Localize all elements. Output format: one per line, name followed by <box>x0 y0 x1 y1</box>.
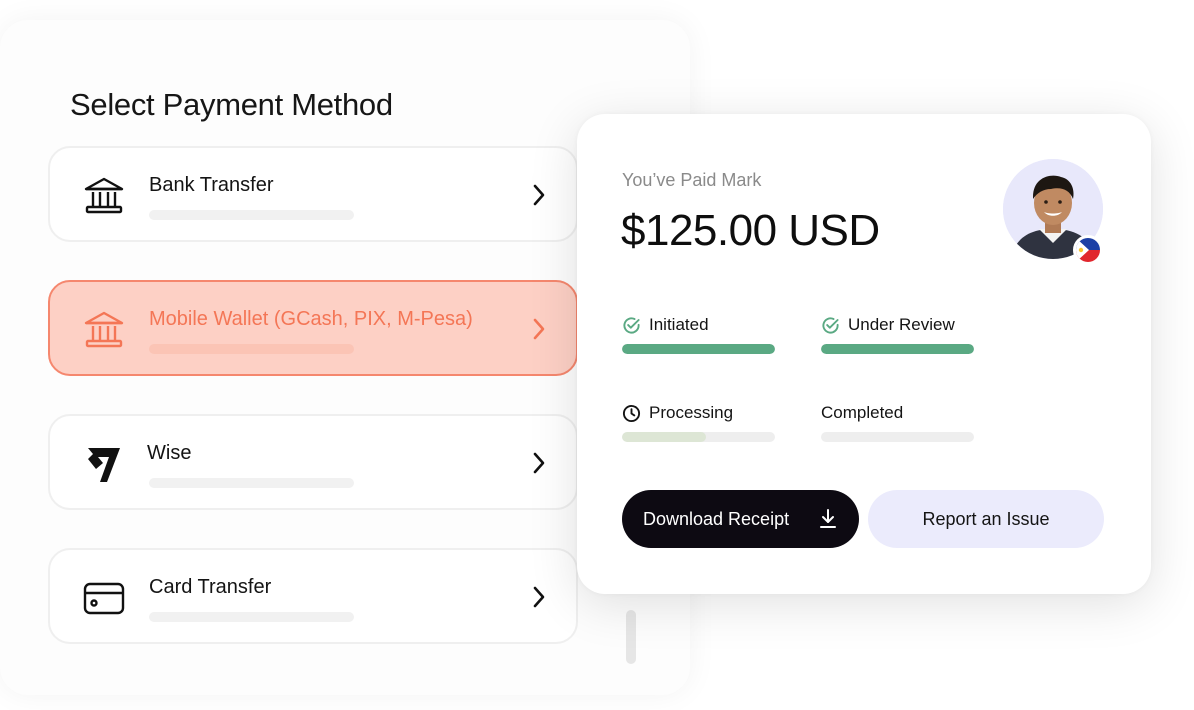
method-wise[interactable]: Wise <box>48 414 578 510</box>
card-icon <box>82 578 126 618</box>
step-label: Under Review <box>848 315 955 334</box>
step-progress-fill <box>622 432 707 442</box>
step-initiated: Initiated <box>622 315 775 354</box>
method-card-transfer[interactable]: Card Transfer <box>48 548 578 644</box>
payment-status-card: You’ve Paid Mark $125.00 USD Initiated U… <box>577 114 1151 594</box>
step-completed: Completed <box>821 403 974 442</box>
panel-title: Select Payment Method <box>70 87 393 122</box>
step-label: Initiated <box>649 315 709 334</box>
paid-label: You’ve Paid Mark <box>622 170 762 190</box>
clock-icon <box>622 404 641 422</box>
bank-icon <box>82 310 126 350</box>
report-issue-button[interactable]: Report an Issue <box>868 490 1104 548</box>
download-icon <box>820 509 836 528</box>
check-circle-icon <box>623 316 640 334</box>
download-receipt-label: Download Receipt <box>643 509 790 529</box>
chevron-right-icon <box>530 450 548 476</box>
placeholder-bar <box>149 344 354 354</box>
method-label: Wise <box>147 442 192 464</box>
step-progress-bar <box>622 432 775 442</box>
step-progress-bar <box>821 344 974 354</box>
chevron-right-icon <box>530 584 548 610</box>
step-progress-fill <box>821 344 974 354</box>
placeholder-bar <box>149 210 354 220</box>
method-mobile-wallet[interactable]: Mobile Wallet (GCash, PIX, M-Pesa) <box>48 280 578 376</box>
step-label: Processing <box>649 403 734 422</box>
step-label: Completed <box>821 403 904 422</box>
method-bank-transfer[interactable]: Bank Transfer <box>48 146 578 242</box>
check-circle-icon <box>822 316 839 334</box>
step-progress-fill <box>622 344 775 354</box>
step-processing: Processing <box>622 403 775 442</box>
step-progress-bar <box>622 344 775 354</box>
payment-amount: $125.00 USD <box>621 206 880 255</box>
chevron-right-icon <box>530 316 548 342</box>
bank-icon <box>82 176 126 216</box>
download-receipt-button[interactable]: Download Receipt <box>622 490 859 548</box>
scrollbar[interactable] <box>626 610 636 664</box>
wise-logo-icon <box>82 444 126 484</box>
chevron-right-icon <box>530 182 548 208</box>
method-label: Mobile Wallet (GCash, PIX, M-Pesa) <box>149 308 473 330</box>
method-label: Bank Transfer <box>149 174 274 196</box>
method-label: Card Transfer <box>149 576 272 598</box>
step-progress-bar <box>821 432 974 442</box>
philippines-flag-icon <box>1073 235 1103 265</box>
placeholder-bar <box>149 612 354 622</box>
step-under-review: Under Review <box>821 315 974 354</box>
placeholder-bar <box>149 478 354 488</box>
